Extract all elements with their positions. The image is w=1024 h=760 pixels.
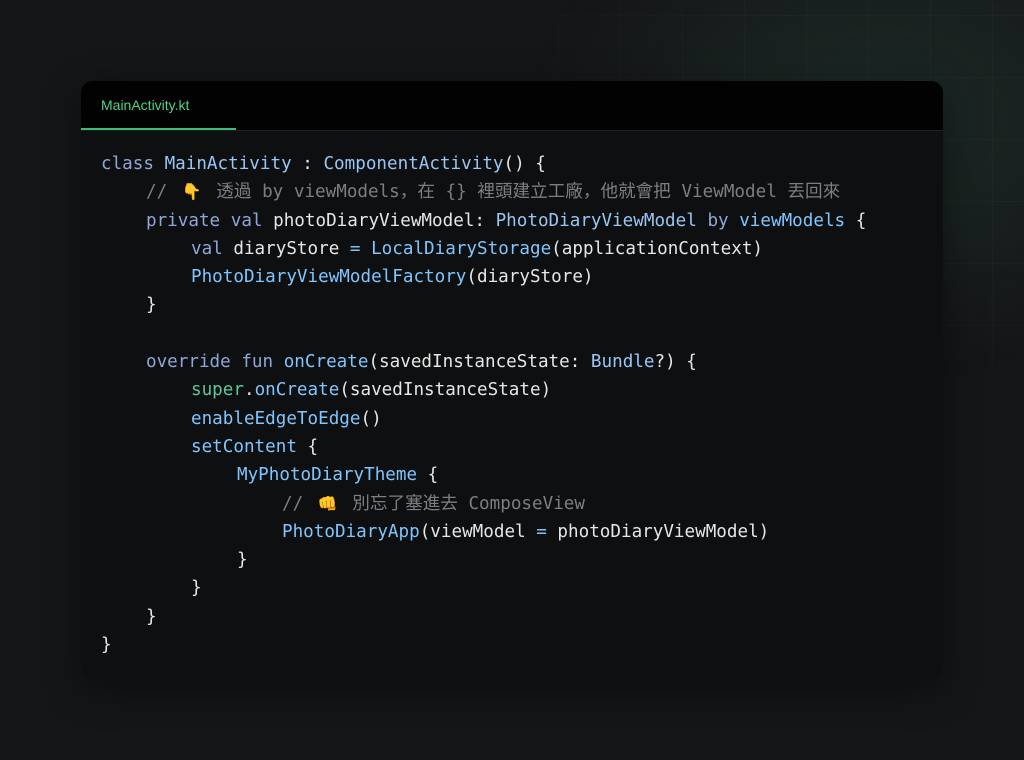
keyword: private [146,210,221,231]
type-name: PhotoDiaryViewModel [495,210,697,231]
variable-name: diaryStore [233,238,340,259]
code-line: private val photoDiaryViewModel: PhotoDi… [101,207,866,235]
code-comment-line: // 👊 別忘了塞進去 ComposeView [101,490,866,518]
keyword: by [707,210,729,231]
punctuation: } [237,550,248,571]
arguments: (savedInstanceState) [339,380,552,401]
code-editor-window: MainActivity.kt class MainActivity : Com… [81,81,943,679]
parameters: (savedInstanceState: [368,352,591,373]
code-line: MyPhotoDiaryTheme { [101,461,866,489]
keyword: override [146,352,231,373]
keyword: super [191,380,244,401]
comment-text: 別忘了塞進去 ComposeView [352,493,585,514]
comment-text: 透過 by viewModels，在 {} 裡頭建立工廠，他就會把 ViewMo… [216,182,841,203]
keyword: class [101,154,154,174]
keyword: fun [241,352,274,373]
punctuation: ?) { [654,352,697,373]
supertype: ComponentActivity [323,154,504,174]
keyword: val [230,210,263,231]
type-name: Bundle [590,352,655,373]
function-name: viewModels [739,210,846,231]
punctuation: } [146,295,157,316]
fist-icon: 👊 [317,493,338,513]
function-name: MyPhotoDiaryTheme [237,465,418,486]
arguments: () [360,408,382,429]
keyword: val [191,238,223,259]
punctuation: . [243,380,255,401]
code-line: PhotoDiaryViewModelFactory(diaryStore) [101,263,866,291]
function-name: onCreate [283,352,369,373]
function-name: PhotoDiaryApp [282,521,420,542]
code-comment-line: // 👇 透過 by viewModels，在 {} 裡頭建立工廠，他就會把 V… [101,178,866,206]
code-block[interactable]: class MainActivity : ComponentActivity()… [101,150,866,659]
punctuation: { [845,210,867,231]
function-name: onCreate [254,380,340,401]
operator: = [536,521,547,542]
punctuation: { [296,436,319,457]
code-line: setContent { [101,433,866,461]
tab-bar: MainActivity.kt [81,81,943,131]
code-line: val diaryStore = LocalDiaryStorage(appli… [101,235,866,263]
comment-marker: // [282,493,304,514]
punctuation: } [191,578,202,599]
code-line: } [101,291,866,319]
arguments: (applicationContext) [551,238,764,259]
class-name: MainActivity [164,154,292,174]
function-name: LocalDiaryStorage [371,238,552,259]
operator: = [349,238,361,259]
code-line: } [101,631,866,659]
code-line: } [101,603,866,631]
arguments: (diaryStore) [466,267,594,288]
punctuation: : [474,210,496,231]
code-line: } [101,574,866,602]
code-line: class MainActivity : ComponentActivity()… [101,150,866,178]
function-name: PhotoDiaryViewModelFactory [191,267,467,288]
code-line: enableEdgeToEdge() [101,405,866,433]
tab-mainactivity[interactable]: MainActivity.kt [81,81,236,130]
code-line: super.onCreate(savedInstanceState) [101,376,866,404]
function-name: setContent [191,436,297,457]
punctuation: } [146,606,157,627]
punctuation: { [417,465,439,486]
code-line: } [101,546,866,574]
punctuation: : [291,154,324,174]
arguments: photoDiaryViewModel) [546,521,770,542]
arguments: (viewModel [419,521,537,542]
property-name: photoDiaryViewModel [273,210,475,231]
pointing-down-icon: 👇 [181,182,202,202]
code-line: PhotoDiaryApp(viewModel = photoDiaryView… [101,518,866,546]
punctuation: () { [503,154,546,174]
comment-marker: // [146,182,168,203]
code-line: override fun onCreate(savedInstanceState… [101,348,866,376]
punctuation: } [101,635,112,656]
function-name: enableEdgeToEdge [191,408,361,429]
